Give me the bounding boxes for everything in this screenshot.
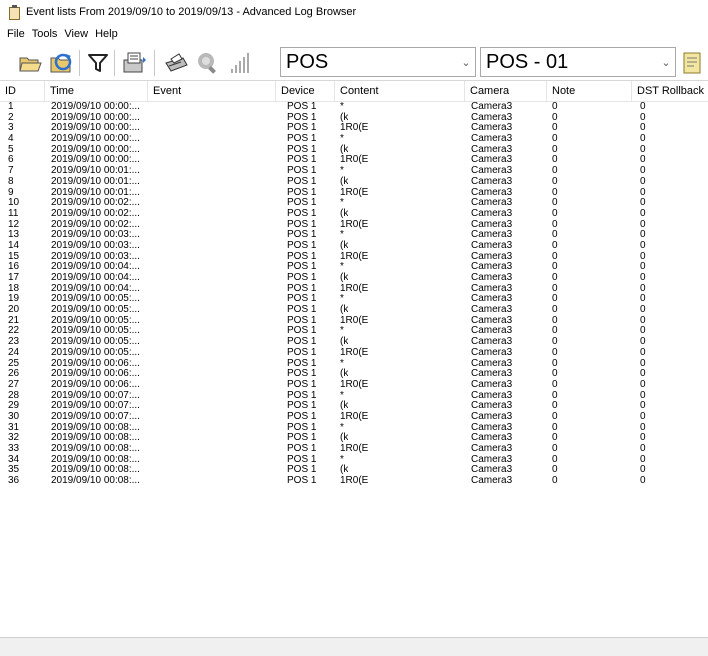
channel-combo-value: POS - 01 bbox=[486, 50, 569, 73]
chevron-down-icon: ⌄ bbox=[661, 56, 671, 69]
cell-content: 1R0(E bbox=[340, 314, 369, 326]
column-header-note[interactable]: Note bbox=[547, 81, 632, 101]
cell-content: 1R0(E bbox=[340, 122, 369, 134]
cell-content: 1R0(E bbox=[340, 154, 369, 166]
cell-content: 1R0(E bbox=[340, 218, 369, 230]
toolbar-separator bbox=[79, 50, 80, 76]
channel-combo[interactable]: POS - 01 ⌄ bbox=[480, 47, 676, 77]
menu-file[interactable]: File bbox=[0, 28, 25, 40]
cell-content: 1R0(E bbox=[340, 250, 369, 262]
column-header-device[interactable]: Device bbox=[276, 81, 335, 101]
column-header-event[interactable]: Event bbox=[148, 81, 276, 101]
cell-content: 1R0(E bbox=[340, 346, 369, 358]
status-bar bbox=[0, 637, 708, 656]
cell-dst-rollback: 0 bbox=[640, 475, 646, 487]
cell-content: 1R0(E bbox=[340, 443, 369, 454]
refresh-icon bbox=[50, 53, 72, 73]
signal-bars-icon bbox=[231, 53, 249, 73]
filter-button[interactable] bbox=[84, 49, 112, 77]
clipboard-icon bbox=[9, 4, 20, 20]
table-header: ID Time Event Device Content Camera Note… bbox=[0, 81, 708, 102]
cell-content: 1R0(E bbox=[340, 186, 369, 198]
open-folder-button[interactable] bbox=[16, 49, 44, 77]
column-header-time[interactable]: Time bbox=[45, 81, 148, 101]
cell-id: 36 bbox=[8, 475, 20, 487]
signal-button[interactable] bbox=[226, 49, 254, 77]
zoom-button[interactable] bbox=[194, 49, 222, 77]
toolbar-separator bbox=[154, 50, 155, 76]
print-icon bbox=[165, 53, 188, 72]
refresh-button[interactable] bbox=[48, 49, 76, 77]
zoom-icon bbox=[198, 53, 216, 74]
menu-tools[interactable]: Tools bbox=[25, 28, 58, 40]
cell-content: 1R0(E bbox=[340, 378, 369, 390]
menu-bar: File Tools View Help bbox=[0, 25, 708, 43]
export-button[interactable] bbox=[120, 49, 148, 77]
menu-view[interactable]: View bbox=[57, 28, 88, 40]
title-bar: Event lists From 2019/09/10 to 2019/09/1… bbox=[0, 0, 708, 24]
table-row[interactable]: 36 2019/09/10 00:08:... POS 1 1R0(E Camera3 0… bbox=[0, 475, 708, 487]
menu-help[interactable]: Help bbox=[88, 28, 118, 40]
window-title: Event lists From 2019/09/10 to 2019/09/1… bbox=[26, 6, 357, 18]
report-icon bbox=[683, 52, 701, 74]
device-combo-value: POS bbox=[286, 50, 329, 73]
print-button[interactable] bbox=[162, 49, 190, 77]
cell-time: 2019/09/10 00:08:... bbox=[51, 475, 140, 487]
open-folder-icon bbox=[19, 57, 42, 72]
report-button[interactable] bbox=[680, 49, 708, 77]
chevron-down-icon: ⌄ bbox=[461, 56, 471, 69]
cell-content: 1R0(E bbox=[340, 410, 369, 422]
cell-content: 1R0(E bbox=[340, 475, 369, 487]
filter-icon bbox=[88, 54, 108, 72]
cell-content: 1R0(E bbox=[340, 282, 369, 294]
table-body: 1 2019/09/10 00:00:... POS 1 * Camera3 0 0 2 201… bbox=[0, 101, 708, 487]
cell-device: POS 1 bbox=[287, 475, 317, 487]
toolbar: POS ⌄ POS - 01 ⌄ bbox=[0, 44, 708, 81]
column-header-content[interactable]: Content bbox=[335, 81, 465, 101]
column-header-id[interactable]: ID bbox=[0, 81, 45, 101]
device-combo[interactable]: POS ⌄ bbox=[280, 47, 476, 77]
cell-camera: Camera3 bbox=[471, 475, 513, 487]
column-header-dst-rollback[interactable]: DST Rollback bbox=[632, 81, 708, 101]
export-icon bbox=[123, 52, 146, 73]
column-header-camera[interactable]: Camera bbox=[465, 81, 547, 101]
toolbar-separator bbox=[114, 50, 115, 76]
cell-note: 0 bbox=[552, 475, 558, 487]
